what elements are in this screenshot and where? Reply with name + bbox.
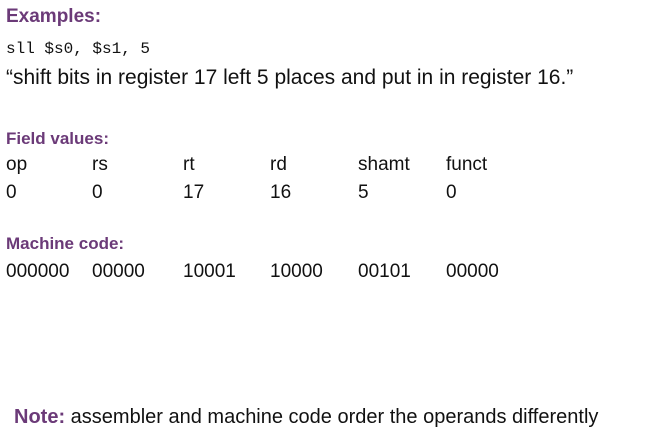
field-value-row: 0 0 17 16 5 0 bbox=[6, 182, 670, 206]
machine-code-funct: 00000 bbox=[446, 261, 499, 282]
field-name-funct: funct bbox=[446, 154, 488, 175]
machine-code-shamt: 00101 bbox=[358, 261, 411, 282]
field-value-shamt: 5 bbox=[358, 182, 369, 203]
example-description: “shift bits in register 17 left 5 places… bbox=[6, 66, 574, 89]
field-value-rs: 0 bbox=[92, 182, 103, 203]
field-name-shamt: shamt bbox=[358, 154, 410, 175]
example-instruction-code: sll $s0, $s1, 5 bbox=[6, 40, 151, 58]
machine-code-rd: 10000 bbox=[270, 261, 323, 282]
machine-code-heading: Machine code: bbox=[6, 234, 125, 253]
machine-code-rs: 00000 bbox=[92, 261, 145, 282]
field-name-rt: rt bbox=[183, 154, 195, 175]
examples-heading: Examples: bbox=[6, 6, 102, 27]
machine-code-op: 000000 bbox=[6, 261, 70, 282]
field-value-rt: 17 bbox=[183, 182, 205, 203]
field-name-op: op bbox=[6, 154, 28, 175]
note-line: Note: assembler and machine code order t… bbox=[14, 406, 598, 429]
field-value-op: 0 bbox=[6, 182, 17, 203]
field-value-rd: 16 bbox=[270, 182, 292, 203]
field-values-heading: Field values: bbox=[6, 129, 109, 148]
field-name-row: op rs rt rd shamt funct bbox=[6, 154, 670, 178]
field-name-rd: rd bbox=[270, 154, 287, 175]
machine-code-rt: 10001 bbox=[183, 261, 236, 282]
note-label: Note: bbox=[14, 406, 66, 428]
field-name-rs: rs bbox=[92, 154, 108, 175]
note-text: assembler and machine code order the ope… bbox=[65, 406, 599, 428]
machine-code-row: 000000 00000 10001 10000 00101 00000 bbox=[6, 261, 670, 285]
field-value-funct: 0 bbox=[446, 182, 457, 203]
